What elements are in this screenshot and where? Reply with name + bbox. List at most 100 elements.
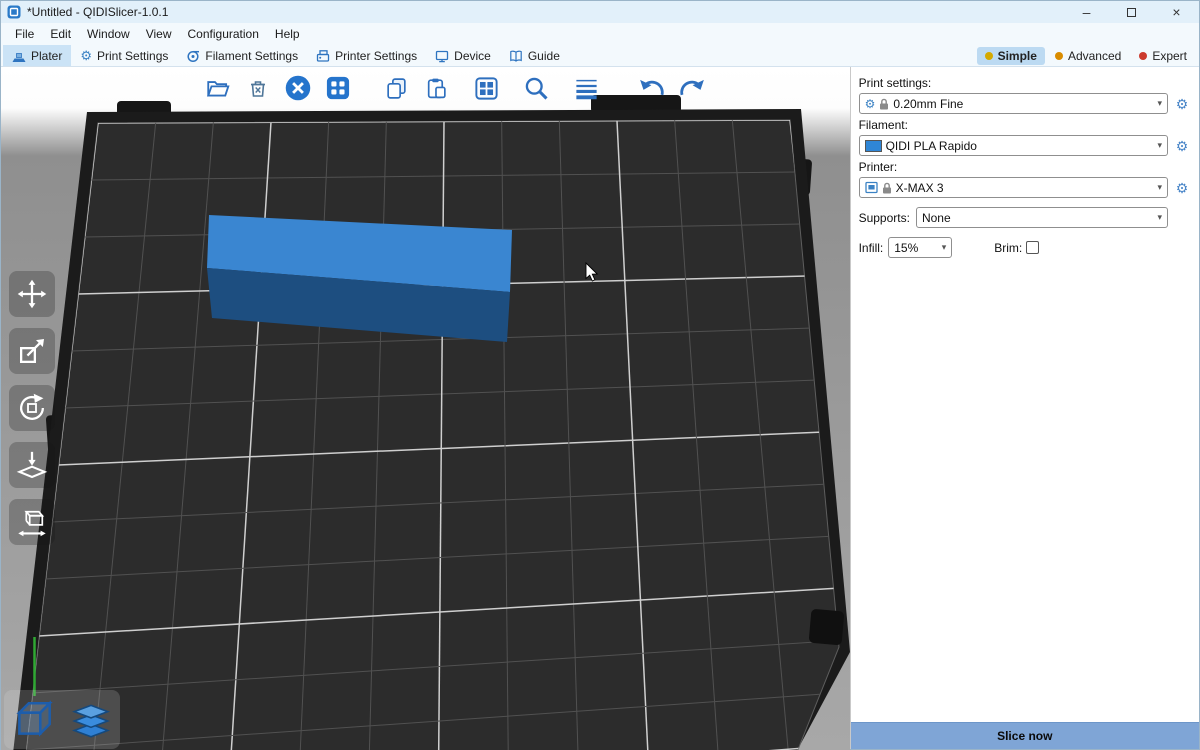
undo-button[interactable]: [635, 71, 669, 105]
measure-tool-button[interactable]: [9, 499, 55, 545]
bed-corner-tab: [809, 609, 845, 646]
place-on-face-icon: [16, 449, 48, 481]
split-to-objects-icon: [473, 75, 500, 102]
filament-settings-icon: [186, 49, 200, 63]
infill-label: Infill:: [859, 241, 884, 255]
tab-label: Device: [454, 49, 491, 63]
supports-combo[interactable]: None ▾: [916, 207, 1168, 228]
mode-label: Advanced: [1068, 49, 1121, 63]
maximize-icon: [1127, 8, 1136, 17]
menu-view[interactable]: View: [138, 23, 180, 45]
printer-combo[interactable]: X-MAX 3 ▾: [859, 177, 1168, 198]
search-button[interactable]: [519, 71, 553, 105]
arrange-button[interactable]: [321, 71, 355, 105]
titlebar: *Untitled - QIDISlicer-1.0.1 – ×: [1, 1, 1199, 23]
print-settings-label: Print settings:: [859, 76, 1191, 90]
tab-label: Filament Settings: [205, 49, 298, 63]
delete-all-button[interactable]: [281, 71, 315, 105]
printer-value: X-MAX 3: [896, 181, 1154, 195]
tab-printer-settings[interactable]: Printer Settings: [307, 45, 426, 66]
move-tool-button[interactable]: [9, 271, 55, 317]
chevron-down-icon: ▾: [1157, 182, 1162, 193]
filament-combo[interactable]: QIDI PLA Rapido ▾: [859, 135, 1168, 156]
scale-tool-button[interactable]: [9, 328, 55, 374]
printer-label: Printer:: [859, 160, 1191, 174]
menu-window[interactable]: Window: [79, 23, 138, 45]
printer-settings-icon: [316, 49, 330, 63]
paste-icon: [424, 76, 449, 101]
infill-combo[interactable]: 15% ▾: [888, 237, 952, 258]
copy-button[interactable]: [379, 71, 413, 105]
brim-label: Brim:: [994, 241, 1022, 255]
menu-configuration[interactable]: Configuration: [180, 23, 267, 45]
chevron-down-icon: ▾: [1157, 98, 1162, 109]
tab-plater[interactable]: Plater: [3, 45, 71, 66]
open-project-button[interactable]: [201, 71, 235, 105]
redo-icon: [677, 73, 707, 103]
preset-gear-icon: ⚙: [865, 98, 876, 110]
tab-filament-settings[interactable]: Filament Settings: [177, 45, 307, 66]
infill-value: 15%: [894, 241, 937, 255]
menu-edit[interactable]: Edit: [42, 23, 79, 45]
paste-button[interactable]: [419, 71, 453, 105]
guide-icon: [509, 49, 523, 63]
place-on-face-tool-button[interactable]: [9, 442, 55, 488]
mode-simple[interactable]: Simple: [977, 47, 1045, 65]
main-area: Print settings: ⚙ 0.20mm Fine ▾ ⚙ Filame…: [1, 67, 1199, 749]
expert-mode-dot-icon: [1139, 52, 1147, 60]
lock-icon: [882, 182, 892, 194]
mode-expert[interactable]: Expert: [1131, 47, 1195, 65]
device-icon: [435, 49, 449, 63]
window-title: *Untitled - QIDISlicer-1.0.1: [27, 5, 168, 19]
close-button[interactable]: ×: [1154, 1, 1199, 23]
tab-label: Plater: [31, 49, 62, 63]
tab-device[interactable]: Device: [426, 45, 500, 66]
qidislicer-window: *Untitled - QIDISlicer-1.0.1 – × File Ed…: [0, 0, 1200, 750]
viewport-toolbar: [201, 71, 709, 105]
mode-label: Expert: [1152, 49, 1187, 63]
chevron-down-icon: ▾: [1157, 140, 1162, 151]
3d-editor-view-icon: [11, 697, 57, 743]
tab-guide[interactable]: Guide: [500, 45, 569, 66]
arrange-icon: [324, 74, 352, 102]
brim-checkbox[interactable]: [1026, 241, 1039, 254]
slice-now-button[interactable]: Slice now: [851, 722, 1199, 749]
preview-button[interactable]: [63, 692, 118, 747]
tab-label: Print Settings: [97, 49, 168, 63]
app-logo-icon: [7, 5, 21, 19]
sidebar: Print settings: ⚙ 0.20mm Fine ▾ ⚙ Filame…: [850, 67, 1199, 749]
mode-label: Simple: [998, 49, 1037, 63]
mode-advanced[interactable]: Advanced: [1047, 47, 1129, 65]
print-settings-gear-button[interactable]: ⚙: [1173, 97, 1191, 111]
redo-button[interactable]: [675, 71, 709, 105]
split-to-objects-button[interactable]: [469, 71, 503, 105]
advanced-mode-dot-icon: [1055, 52, 1063, 60]
move-icon: [16, 278, 48, 310]
rotate-tool-button[interactable]: [9, 385, 55, 431]
menu-help[interactable]: Help: [267, 23, 308, 45]
copy-icon: [384, 76, 409, 101]
delete-icon: [246, 76, 270, 100]
mode-switcher: Simple Advanced Expert: [977, 47, 1199, 65]
chevron-down-icon: ▾: [1157, 212, 1162, 223]
open-folder-icon: [205, 75, 231, 101]
menubar: File Edit Window View Configuration Help: [1, 23, 1199, 45]
variable-layer-height-button[interactable]: [569, 71, 603, 105]
minimize-button[interactable]: –: [1064, 1, 1109, 23]
printer-gear-button[interactable]: ⚙: [1173, 181, 1191, 195]
simple-mode-dot-icon: [985, 52, 993, 60]
3d-viewport-canvas[interactable]: [1, 67, 850, 750]
filament-gear-button[interactable]: ⚙: [1173, 139, 1191, 153]
supports-value: None: [922, 211, 1154, 225]
plater-icon: [12, 49, 26, 63]
variable-layer-height-icon: [573, 75, 600, 102]
3d-editor-view-button[interactable]: [6, 692, 61, 747]
delete-button[interactable]: [241, 71, 275, 105]
tab-print-settings[interactable]: ⚙ Print Settings: [71, 45, 177, 66]
print-settings-icon: ⚙: [80, 49, 92, 62]
menu-file[interactable]: File: [7, 23, 42, 45]
3d-viewport[interactable]: [1, 67, 850, 750]
scale-icon: [16, 335, 48, 367]
print-settings-combo[interactable]: ⚙ 0.20mm Fine ▾: [859, 93, 1168, 114]
maximize-button[interactable]: [1109, 1, 1154, 23]
